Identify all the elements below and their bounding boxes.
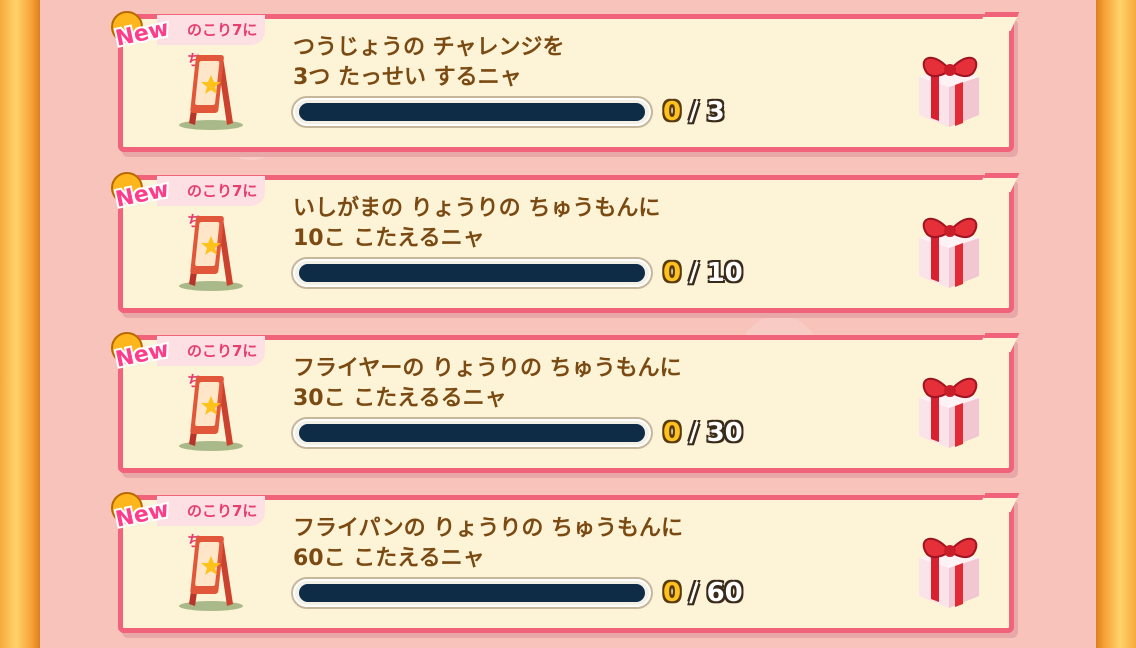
mission-card[interactable]: のこり7にち New フライヤーの りょうりの ちゅうもんに 30こ こたえるる…: [111, 332, 1014, 473]
progress-current: 0: [663, 578, 682, 608]
new-badge-icon: New: [111, 492, 173, 532]
mission-card[interactable]: のこり7にち New フライパンの りょうりの ちゅうもんに 60こ こたえるニ…: [111, 492, 1014, 633]
progress-bar: [291, 257, 653, 289]
new-badge-icon: New: [111, 332, 173, 372]
signboard-star-icon: [179, 216, 243, 291]
progress-separator: /: [689, 578, 699, 608]
mission-line-2: 60こ こたえるニャ: [293, 546, 485, 571]
signboard-star-icon: [179, 55, 243, 130]
mission-card[interactable]: のこり7にち New いしがまの りょうりの ちゅうもんに 10こ こたえるニャ…: [111, 172, 1014, 313]
progress-current: 0: [663, 418, 682, 448]
mission-card[interactable]: のこり7にち New つうじょうの チャレンジを 3つ たっせい するニャ 0/…: [111, 11, 1014, 152]
progress-current: 0: [663, 258, 682, 288]
mission-line-2: 3つ たっせい するニャ: [293, 65, 522, 90]
new-badge-icon: New: [111, 172, 173, 212]
mission-description: フライパンの りょうりの ちゅうもんに 60こ こたえるニャ: [293, 514, 853, 574]
gift-box-icon[interactable]: [911, 43, 987, 129]
progress-total: 60: [706, 578, 743, 608]
progress-total: 3: [706, 97, 725, 127]
mission-line-2: 10こ こたえるニャ: [293, 226, 485, 251]
mission-line-1: フライパンの りょうりの ちゅうもんに: [293, 516, 683, 541]
progress-counter: 0/10: [663, 256, 743, 290]
mission-description: つうじょうの チャレンジを 3つ たっせい するニャ: [293, 33, 853, 93]
progress-counter: 0/3: [663, 95, 725, 129]
progress-separator: /: [689, 258, 699, 288]
mission-line-1: いしがまの りょうりの ちゅうもんに: [293, 196, 661, 221]
mission-line-1: つうじょうの チャレンジを: [293, 35, 565, 60]
signboard-star-icon: [179, 376, 243, 451]
progress-bar: [291, 417, 653, 449]
mission-list: のこり7にち New つうじょうの チャレンジを 3つ たっせい するニャ 0/…: [0, 0, 1136, 648]
gift-box-icon[interactable]: [911, 364, 987, 450]
progress-separator: /: [689, 418, 699, 448]
gift-box-icon[interactable]: [911, 524, 987, 610]
progress-bar: [291, 96, 653, 128]
mission-line-1: フライヤーの りょうりの ちゅうもんに: [293, 356, 682, 381]
progress-bar: [291, 577, 653, 609]
progress-current: 0: [663, 97, 682, 127]
mission-description: いしがまの りょうりの ちゅうもんに 10こ こたえるニャ: [293, 194, 853, 254]
gift-box-icon[interactable]: [911, 204, 987, 290]
progress-separator: /: [689, 97, 699, 127]
progress-counter: 0/60: [663, 576, 743, 610]
progress-total: 30: [706, 418, 743, 448]
progress-counter: 0/30: [663, 416, 743, 450]
progress-total: 10: [706, 258, 743, 288]
mission-description: フライヤーの りょうりの ちゅうもんに 30こ こたえるるニャ: [293, 354, 853, 414]
mission-line-2: 30こ こたえるるニャ: [293, 386, 507, 411]
signboard-star-icon: [179, 536, 243, 611]
new-badge-icon: New: [111, 11, 173, 51]
